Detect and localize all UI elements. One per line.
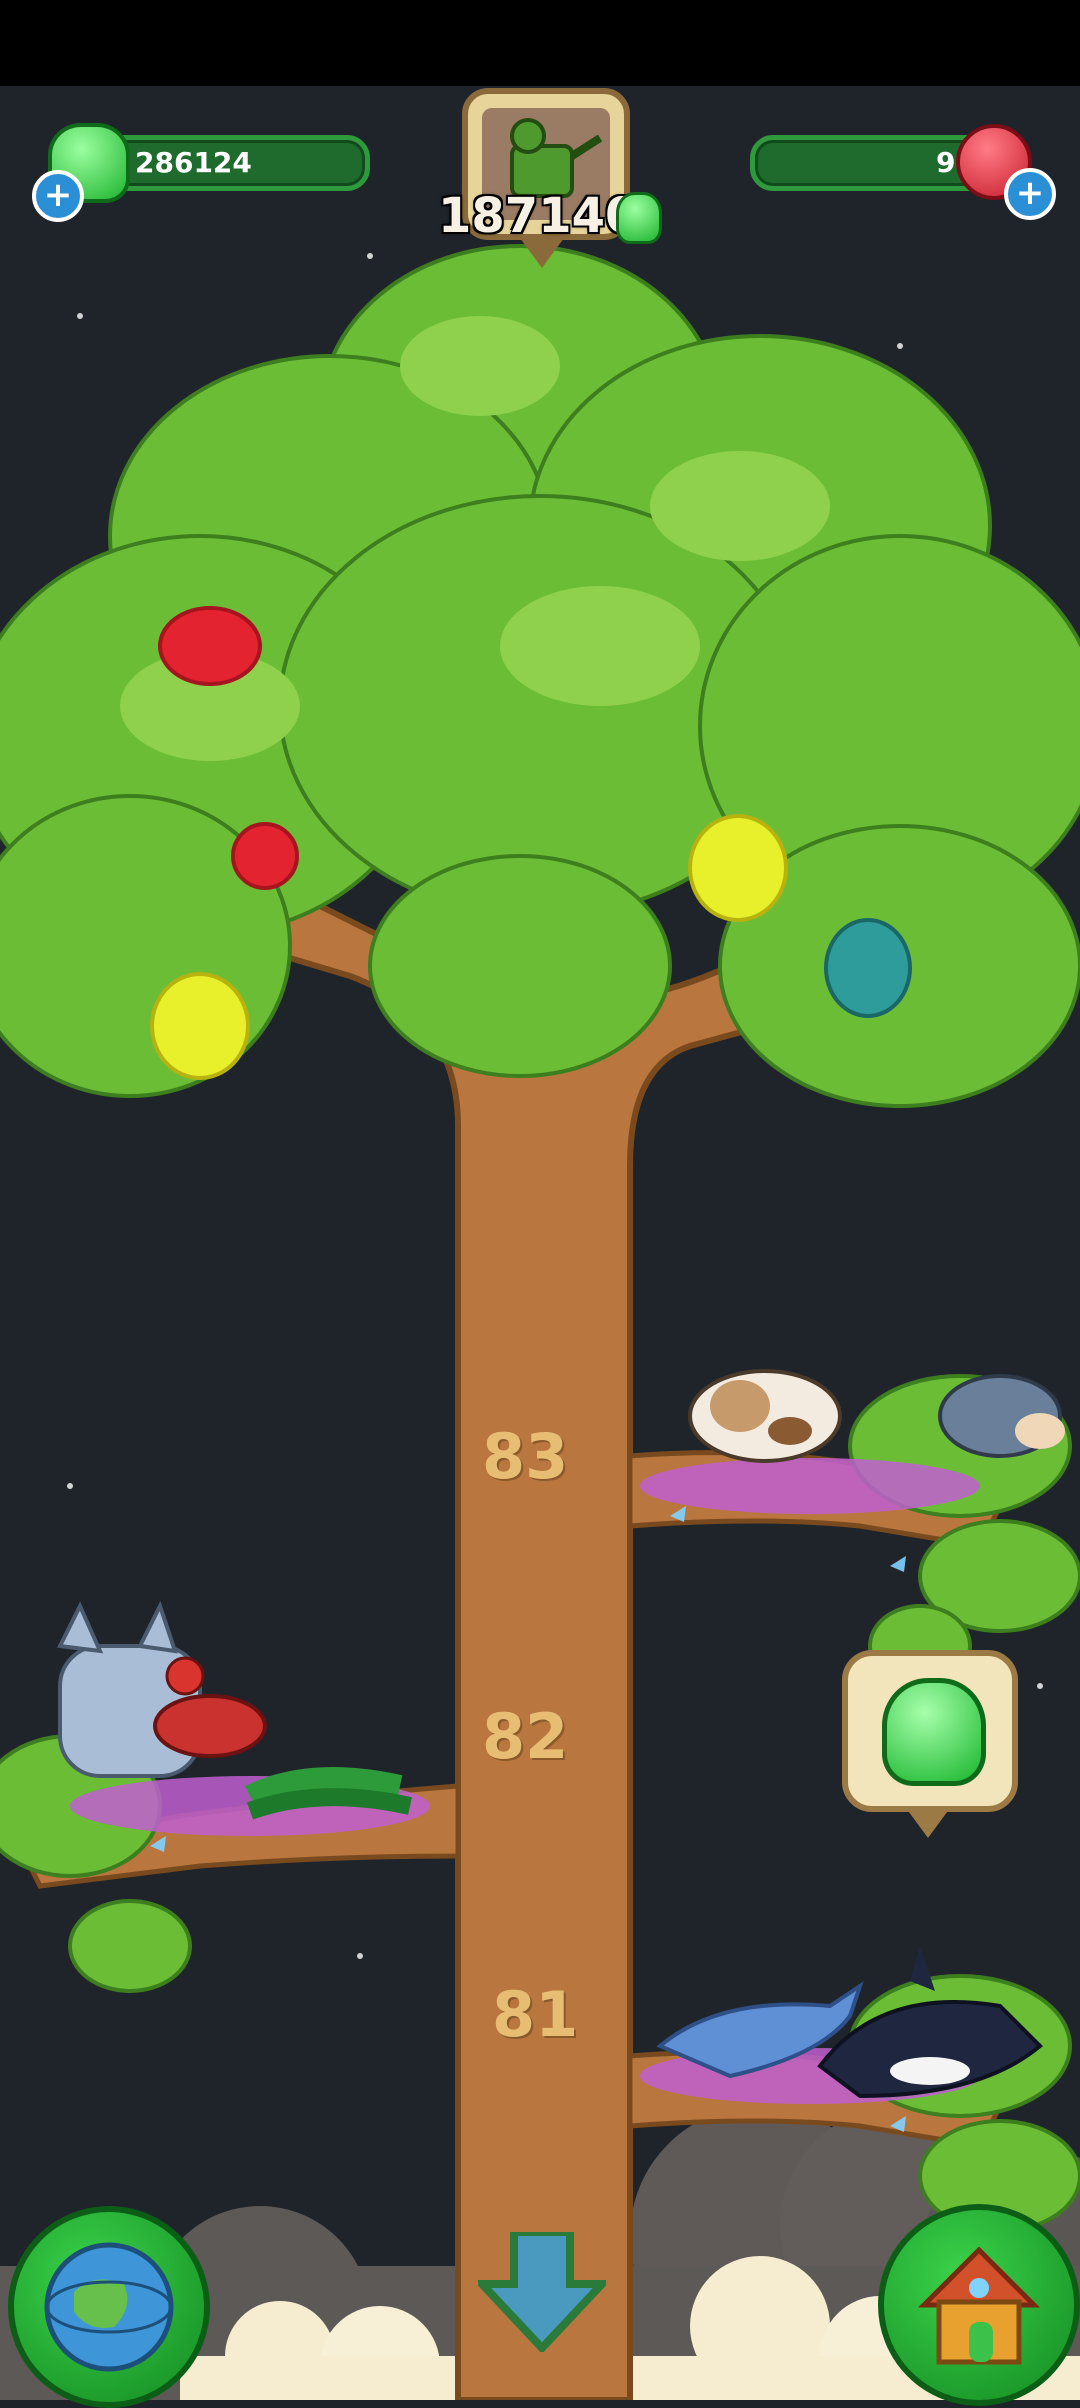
animal-puppy[interactable] <box>688 1369 842 1463</box>
animal-hedgehog[interactable] <box>938 1374 1065 1458</box>
tree-scene-art <box>0 244 1080 2400</box>
animal-hydra[interactable] <box>245 1767 412 1820</box>
game-scene <box>0 86 1080 2400</box>
globe-icon <box>44 2242 174 2372</box>
green-gem-popup-icon <box>882 1678 986 1786</box>
gems-left-count: 286124 <box>135 146 252 179</box>
world-map-button[interactable] <box>8 2206 210 2408</box>
add-gems-left-button[interactable]: + <box>32 170 84 222</box>
animal-phoenix[interactable] <box>153 1656 267 1758</box>
add-gems-right-button[interactable]: + <box>1004 168 1056 220</box>
level-83-label: 83 <box>482 1420 569 1493</box>
home-button[interactable] <box>878 2204 1080 2406</box>
scroll-down-button[interactable] <box>472 2228 612 2354</box>
gems-left-bar: 286124 <box>90 135 370 191</box>
level-81-label: 81 <box>492 1978 579 2051</box>
reward-gem-popup[interactable] <box>842 1650 1018 1838</box>
green-gem-small-icon <box>616 192 662 244</box>
plus-icon: + <box>1015 173 1045 213</box>
down-arrow-icon <box>472 2228 612 2354</box>
plus-icon: + <box>43 175 73 215</box>
level-82-label: 82 <box>482 1700 569 1773</box>
status-bar <box>0 0 1080 86</box>
water-count: 187140 <box>438 188 639 244</box>
house-icon <box>917 2246 1041 2365</box>
